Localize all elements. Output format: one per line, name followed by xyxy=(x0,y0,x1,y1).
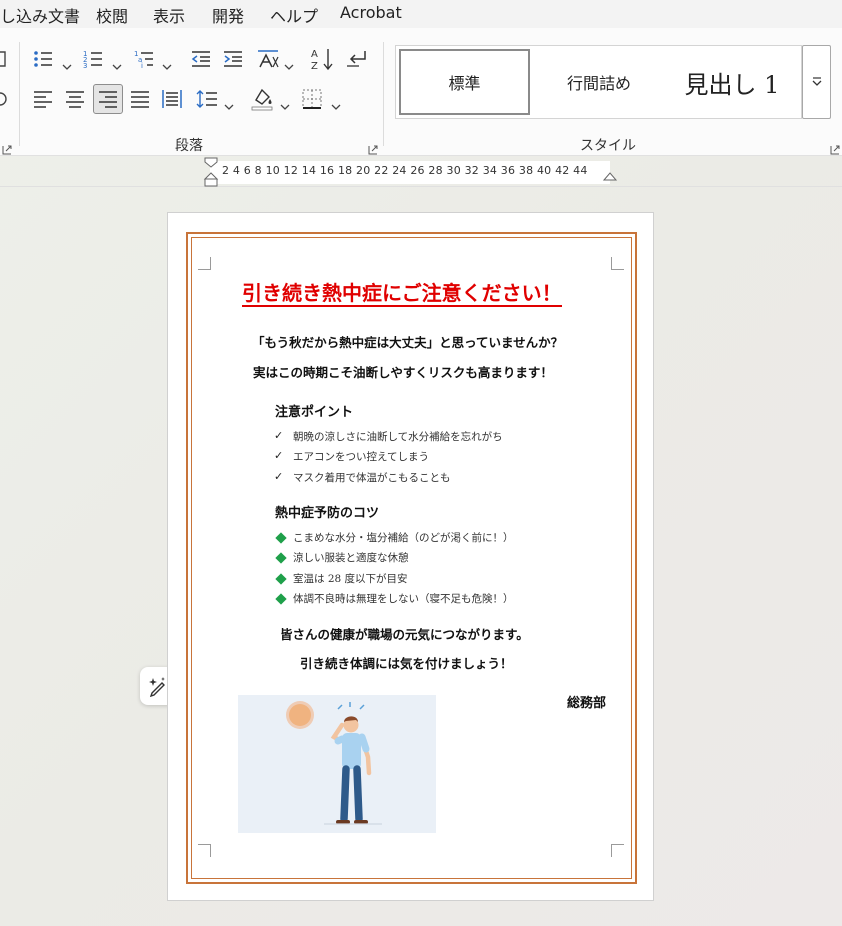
lead-line-2: 実はこの時期こそ油断しやすくリスクも高まります！ xyxy=(253,365,553,380)
styles-group-label: スタイル xyxy=(580,138,636,154)
tip-item: 室温は 28 度以下が目安 xyxy=(293,573,408,585)
bullets-icon[interactable] xyxy=(32,48,54,70)
borders-dropdown-chevron-down-icon[interactable] xyxy=(331,96,341,110)
style-heading-1-label: 見出し 1 xyxy=(684,70,780,99)
lead-line-1: 「もう秋だから熱中症は大丈夫」と思っていませんか？ xyxy=(252,335,564,350)
checkmark-icon: ✓ xyxy=(274,470,284,483)
right-indent-marker-icon[interactable] xyxy=(602,170,618,182)
decrease-indent-icon[interactable] xyxy=(190,48,212,70)
asian-layout-icon[interactable] xyxy=(256,47,280,71)
closing-line-1: 皆さんの健康が職場の元気につながります。 xyxy=(280,627,529,642)
more-chevron-down-icon xyxy=(812,77,821,86)
ruler-numbers: 2 4 6 8 10 12 14 16 18 20 22 24 26 28 30… xyxy=(222,164,588,177)
tip-item: こまめな水分・塩分補給（のどが渇く前に！） xyxy=(293,532,514,544)
shading-icon[interactable] xyxy=(250,86,274,112)
menu-review[interactable]: 校閲 xyxy=(96,3,128,27)
paragraph-dialog-launcher-icon[interactable] xyxy=(368,140,378,155)
tip-item: 涼しい服装と適度な休憩 xyxy=(293,552,409,564)
menu-acrobat[interactable]: Acrobat xyxy=(340,3,402,22)
line-spacing-dropdown-chevron-down-icon[interactable] xyxy=(224,96,234,110)
borders-icon[interactable] xyxy=(301,88,323,110)
overheated-person-icon xyxy=(286,701,382,825)
asian-layout-dropdown-chevron-down-icon[interactable] xyxy=(284,56,294,70)
increase-indent-icon[interactable] xyxy=(222,48,244,70)
svg-text:A: A xyxy=(311,49,318,60)
style-normal[interactable]: 標準 xyxy=(399,49,530,115)
checkmark-icon: ✓ xyxy=(274,429,284,442)
sort-icon[interactable]: AZ xyxy=(310,46,334,72)
numbering-icon[interactable]: 123 xyxy=(82,48,104,70)
horizontal-ruler[interactable]: 2 4 6 8 10 12 14 16 18 20 22 24 26 28 30… xyxy=(0,156,842,187)
svg-text:i: i xyxy=(141,62,143,70)
line-spacing-icon[interactable] xyxy=(196,88,218,110)
menu-bar: し込み文書 校閲 表示 開発 ヘルプ Acrobat xyxy=(0,0,842,28)
svg-text:3: 3 xyxy=(83,62,87,70)
styles-dialog-launcher-icon[interactable] xyxy=(830,140,840,155)
menu-mailings[interactable]: し込み文書 xyxy=(0,3,80,27)
style-no-spacing[interactable]: 行間詰め xyxy=(536,46,662,118)
menu-view[interactable]: 表示 xyxy=(153,3,185,27)
signature-department: 総務部 xyxy=(567,696,607,711)
distributed-icon[interactable] xyxy=(161,88,183,110)
margin-mark-top-right xyxy=(611,257,624,270)
styles-more-button[interactable] xyxy=(802,45,831,119)
menu-developer[interactable]: 開発 xyxy=(212,3,244,27)
ribbon: 123 1ai AZ 段落 標準 行間詰め 見出し 1 スタイル xyxy=(0,28,842,156)
multilevel-dropdown-chevron-down-icon[interactable] xyxy=(162,56,172,70)
align-left-icon[interactable] xyxy=(32,88,54,110)
show-paragraph-marks-icon[interactable] xyxy=(345,48,369,70)
margin-mark-bottom-left xyxy=(198,844,211,857)
caution-item: 朝晩の涼しさに油断して水分補給を忘れがち xyxy=(293,431,503,443)
style-heading-1[interactable]: 見出し 1 xyxy=(664,46,800,118)
bullets-dropdown-chevron-down-icon[interactable] xyxy=(62,56,72,70)
caution-item: エアコンをつい控えてしまう xyxy=(293,451,429,463)
ribbon-separator xyxy=(383,42,384,146)
align-center-icon[interactable] xyxy=(64,88,86,110)
caution-item: マスク着用で体温がこもることも xyxy=(293,472,451,484)
closing-line-2: 引き続き体調には気を付けましょう！ xyxy=(300,656,513,671)
clipped-font-control-icon[interactable] xyxy=(0,50,8,68)
checkmark-icon: ✓ xyxy=(274,449,284,462)
align-right-icon[interactable] xyxy=(93,84,123,114)
shading-dropdown-chevron-down-icon[interactable] xyxy=(280,96,290,110)
svg-text:Z: Z xyxy=(311,61,318,72)
styles-gallery: 標準 行間詰め 見出し 1 xyxy=(395,45,802,119)
tip-item: 体調不良時は無理をしない（寝不足も危険！） xyxy=(293,593,514,605)
ribbon-separator xyxy=(19,42,20,146)
document-title: 引き続き熱中症にご注意ください！ xyxy=(242,281,562,307)
paragraph-group-label: 段落 xyxy=(175,138,203,154)
font-dialog-launcher-icon[interactable] xyxy=(2,140,12,155)
style-normal-label: 標準 xyxy=(448,74,481,93)
margin-mark-bottom-right xyxy=(611,844,624,857)
multilevel-list-icon[interactable]: 1ai xyxy=(133,48,155,70)
justify-icon[interactable] xyxy=(129,88,151,110)
style-no-spacing-label: 行間詰め xyxy=(566,74,631,93)
document-page[interactable]: 引き続き熱中症にご注意ください！ 「もう秋だから熱中症は大丈夫」と思っていません… xyxy=(167,212,654,901)
clipped-font-control-2-icon[interactable] xyxy=(0,90,8,108)
margin-mark-top-left xyxy=(198,257,211,270)
indent-marker-icon[interactable] xyxy=(203,157,219,187)
sparkle-pen-icon xyxy=(149,677,165,697)
heatstroke-illustration[interactable] xyxy=(238,695,436,833)
menu-help[interactable]: ヘルプ xyxy=(270,3,318,27)
caution-heading: 注意ポイント xyxy=(275,405,354,420)
tips-heading: 熱中症予防のコツ xyxy=(275,506,380,521)
numbering-dropdown-chevron-down-icon[interactable] xyxy=(112,56,122,70)
